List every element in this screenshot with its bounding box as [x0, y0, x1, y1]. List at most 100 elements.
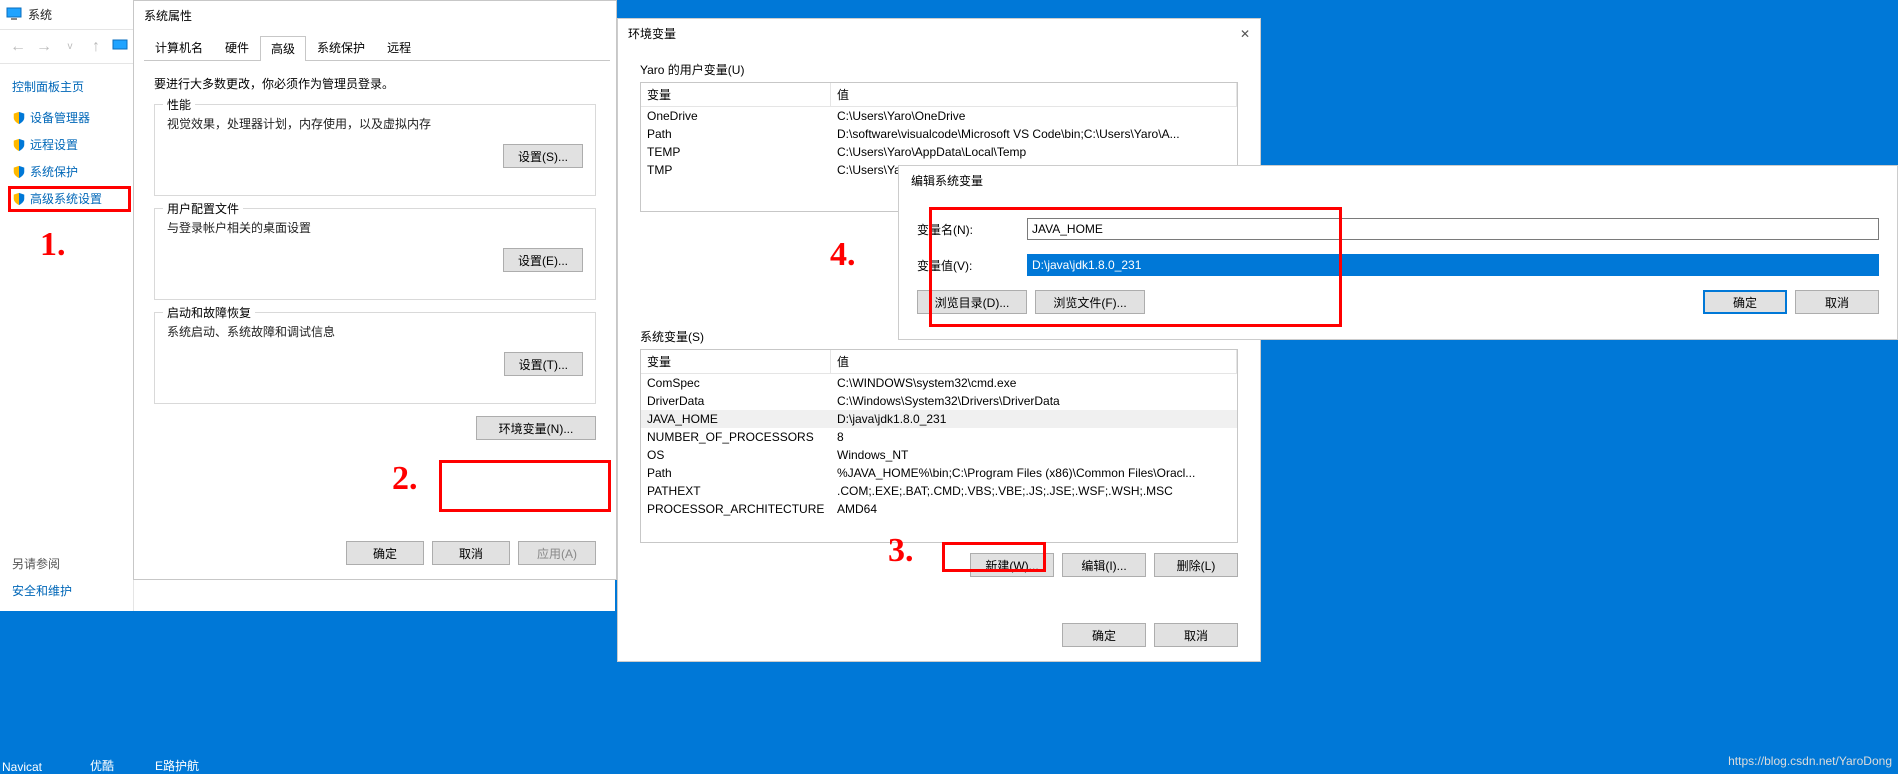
- col-header-name[interactable]: 变量: [641, 83, 831, 106]
- browse-file-button[interactable]: 浏览文件(F)...: [1035, 290, 1145, 314]
- edit-variable-dialog: 编辑系统变量 变量名(N): 变量值(V): 浏览目录(D)... 浏览文件(F…: [898, 165, 1898, 340]
- var-name-input[interactable]: [1027, 218, 1879, 240]
- table-row[interactable]: NUMBER_OF_PROCESSORS8: [641, 428, 1237, 446]
- table-row[interactable]: Path%JAVA_HOME%\bin;C:\Program Files (x8…: [641, 464, 1237, 482]
- sysprops-apply-button: 应用(A): [518, 541, 596, 565]
- performance-fieldset: 性能 视觉效果，处理器计划，内存使用，以及虚拟内存 设置(S)...: [154, 104, 596, 196]
- cell-value: %JAVA_HOME%\bin;C:\Program Files (x86)\C…: [831, 464, 1237, 482]
- table-row[interactable]: OneDriveC:\Users\Yaro\OneDrive: [641, 107, 1237, 125]
- sidebar-item-remote[interactable]: 远程设置: [12, 136, 133, 153]
- cell-name: JAVA_HOME: [641, 410, 831, 428]
- sys-vars-label-text: 系统变量(S): [640, 330, 704, 344]
- cell-name: PATHEXT: [641, 482, 831, 500]
- col-header-name[interactable]: 变量: [641, 350, 831, 373]
- startup-settings-button[interactable]: 设置(T)...: [504, 352, 583, 376]
- system-properties-tabs: 计算机名 硬件 高级 系统保护 远程: [144, 35, 610, 61]
- var-name-label: 变量名(N):: [917, 221, 1027, 238]
- profile-settings-button[interactable]: 设置(E)...: [503, 248, 583, 272]
- forward-icon[interactable]: →: [34, 38, 54, 56]
- cell-name: OneDrive: [641, 107, 831, 125]
- profile-fieldset: 用户配置文件 与登录帐户相关的桌面设置 设置(E)...: [154, 208, 596, 300]
- cell-value: C:\Windows\System32\Drivers\DriverData: [831, 392, 1237, 410]
- table-row[interactable]: TEMPC:\Users\Yaro\AppData\Local\Temp: [641, 143, 1237, 161]
- back-icon[interactable]: ←: [8, 38, 28, 56]
- sidebar-title: 控制面板主页: [12, 78, 133, 95]
- editvar-cancel-button[interactable]: 取消: [1795, 290, 1879, 314]
- cell-value: C:\Users\Yaro\AppData\Local\Temp: [831, 143, 1237, 161]
- table-row[interactable]: PATHEXT.COM;.EXE;.BAT;.CMD;.VBS;.VBE;.JS…: [641, 482, 1237, 500]
- startup-fieldset: 启动和故障恢复 系统启动、系统故障和调试信息 设置(T)...: [154, 312, 596, 404]
- tab-hardware[interactable]: 硬件: [214, 35, 260, 60]
- table-row[interactable]: ComSpecC:\WINDOWS\system32\cmd.exe: [641, 374, 1237, 392]
- tab-system-protection[interactable]: 系统保护: [306, 35, 376, 60]
- table-row[interactable]: PathD:\software\visualcode\Microsoft VS …: [641, 125, 1237, 143]
- profile-text: 与登录帐户相关的桌面设置: [167, 219, 583, 236]
- cell-value: C:\WINDOWS\system32\cmd.exe: [831, 374, 1237, 392]
- taskbar-navicat[interactable]: Navicat: [2, 760, 42, 774]
- cell-value: AMD64: [831, 500, 1237, 518]
- environment-variables-button[interactable]: 环境变量(N)...: [476, 416, 596, 440]
- performance-text: 视觉效果，处理器计划，内存使用，以及虚拟内存: [167, 115, 583, 132]
- control-panel-sidebar: 控制面板主页 设备管理器 远程设置 系统保护 高级系统设置 另请参阅 安全和维护: [0, 64, 134, 611]
- close-icon[interactable]: ✕: [1240, 19, 1250, 49]
- cell-name: TEMP: [641, 143, 831, 161]
- cell-name: PROCESSOR_ARCHITECTURE: [641, 500, 831, 518]
- envvars-title: 环境变量: [628, 19, 676, 49]
- sidebar-item-label: 高级系统设置: [30, 190, 102, 207]
- cell-name: TMP: [641, 161, 831, 179]
- see-also-title: 另请参阅: [12, 555, 72, 572]
- cell-value: .COM;.EXE;.BAT;.CMD;.VBS;.VBE;.JS;.JSE;.…: [831, 482, 1237, 500]
- sysprops-ok-button[interactable]: 确定: [346, 541, 424, 565]
- sidebar-item-label: 设备管理器: [30, 109, 90, 126]
- edit-variable-title: 编辑系统变量: [899, 166, 1897, 196]
- see-also-security[interactable]: 安全和维护: [12, 582, 72, 599]
- table-row[interactable]: JAVA_HOMED:\java\jdk1.8.0_231: [641, 410, 1237, 428]
- sysprops-cancel-button[interactable]: 取消: [432, 541, 510, 565]
- table-row[interactable]: PROCESSOR_ARCHITECTUREAMD64: [641, 500, 1237, 518]
- cell-value: D:\java\jdk1.8.0_231: [831, 410, 1237, 428]
- computer-icon: [6, 5, 22, 24]
- profile-title: 用户配置文件: [163, 200, 243, 217]
- sys-new-button[interactable]: 新建(W)...: [970, 553, 1054, 577]
- sidebar-item-label: 系统保护: [30, 163, 78, 180]
- browse-dir-button[interactable]: 浏览目录(D)...: [917, 290, 1027, 314]
- startup-text: 系统启动、系统故障和调试信息: [167, 323, 583, 340]
- var-value-input[interactable]: [1027, 254, 1879, 276]
- cell-name: Path: [641, 464, 831, 482]
- system-properties-dialog: 系统属性 计算机名 硬件 高级 系统保护 远程 要进行大多数更改，你必须作为管理…: [133, 0, 617, 580]
- admin-note: 要进行大多数更改，你必须作为管理员登录。: [154, 75, 596, 92]
- taskbar-youku[interactable]: 优酷: [90, 757, 114, 774]
- cell-name: DriverData: [641, 392, 831, 410]
- table-row[interactable]: DriverDataC:\Windows\System32\Drivers\Dr…: [641, 392, 1237, 410]
- cell-name: OS: [641, 446, 831, 464]
- editvar-ok-button[interactable]: 确定: [1703, 290, 1787, 314]
- cell-name: Path: [641, 125, 831, 143]
- cell-value: 8: [831, 428, 1237, 446]
- shield-icon: [12, 192, 26, 206]
- sys-edit-button[interactable]: 编辑(I)...: [1062, 553, 1146, 577]
- sys-vars-table[interactable]: 变量 值 ComSpecC:\WINDOWS\system32\cmd.exeD…: [640, 349, 1238, 543]
- tab-advanced[interactable]: 高级: [260, 36, 306, 61]
- tab-remote[interactable]: 远程: [376, 35, 422, 60]
- envvars-ok-button[interactable]: 确定: [1062, 623, 1146, 647]
- sidebar-item-device-manager[interactable]: 设备管理器: [12, 109, 133, 126]
- table-row[interactable]: OSWindows_NT: [641, 446, 1237, 464]
- sys-delete-button[interactable]: 删除(L): [1154, 553, 1238, 577]
- watermark: https://blog.csdn.net/YaroDong: [1728, 754, 1892, 768]
- cell-value: D:\software\visualcode\Microsoft VS Code…: [831, 125, 1237, 143]
- down-icon[interactable]: v: [60, 41, 80, 52]
- cell-name: NUMBER_OF_PROCESSORS: [641, 428, 831, 446]
- taskbar-eroad[interactable]: E路护航: [155, 757, 199, 774]
- performance-settings-button[interactable]: 设置(S)...: [503, 144, 583, 168]
- cell-value: C:\Users\Yaro\OneDrive: [831, 107, 1237, 125]
- sidebar-item-advanced[interactable]: 高级系统设置: [12, 190, 133, 207]
- envvars-cancel-button[interactable]: 取消: [1154, 623, 1238, 647]
- cell-value: Windows_NT: [831, 446, 1237, 464]
- tab-computer-name[interactable]: 计算机名: [144, 35, 214, 60]
- cell-name: ComSpec: [641, 374, 831, 392]
- col-header-value[interactable]: 值: [831, 83, 1237, 106]
- sidebar-item-protection[interactable]: 系统保护: [12, 163, 133, 180]
- up-icon[interactable]: ↑: [86, 38, 106, 56]
- user-vars-label-text: Yaro 的用户变量(U): [640, 63, 744, 77]
- col-header-value[interactable]: 值: [831, 350, 1237, 373]
